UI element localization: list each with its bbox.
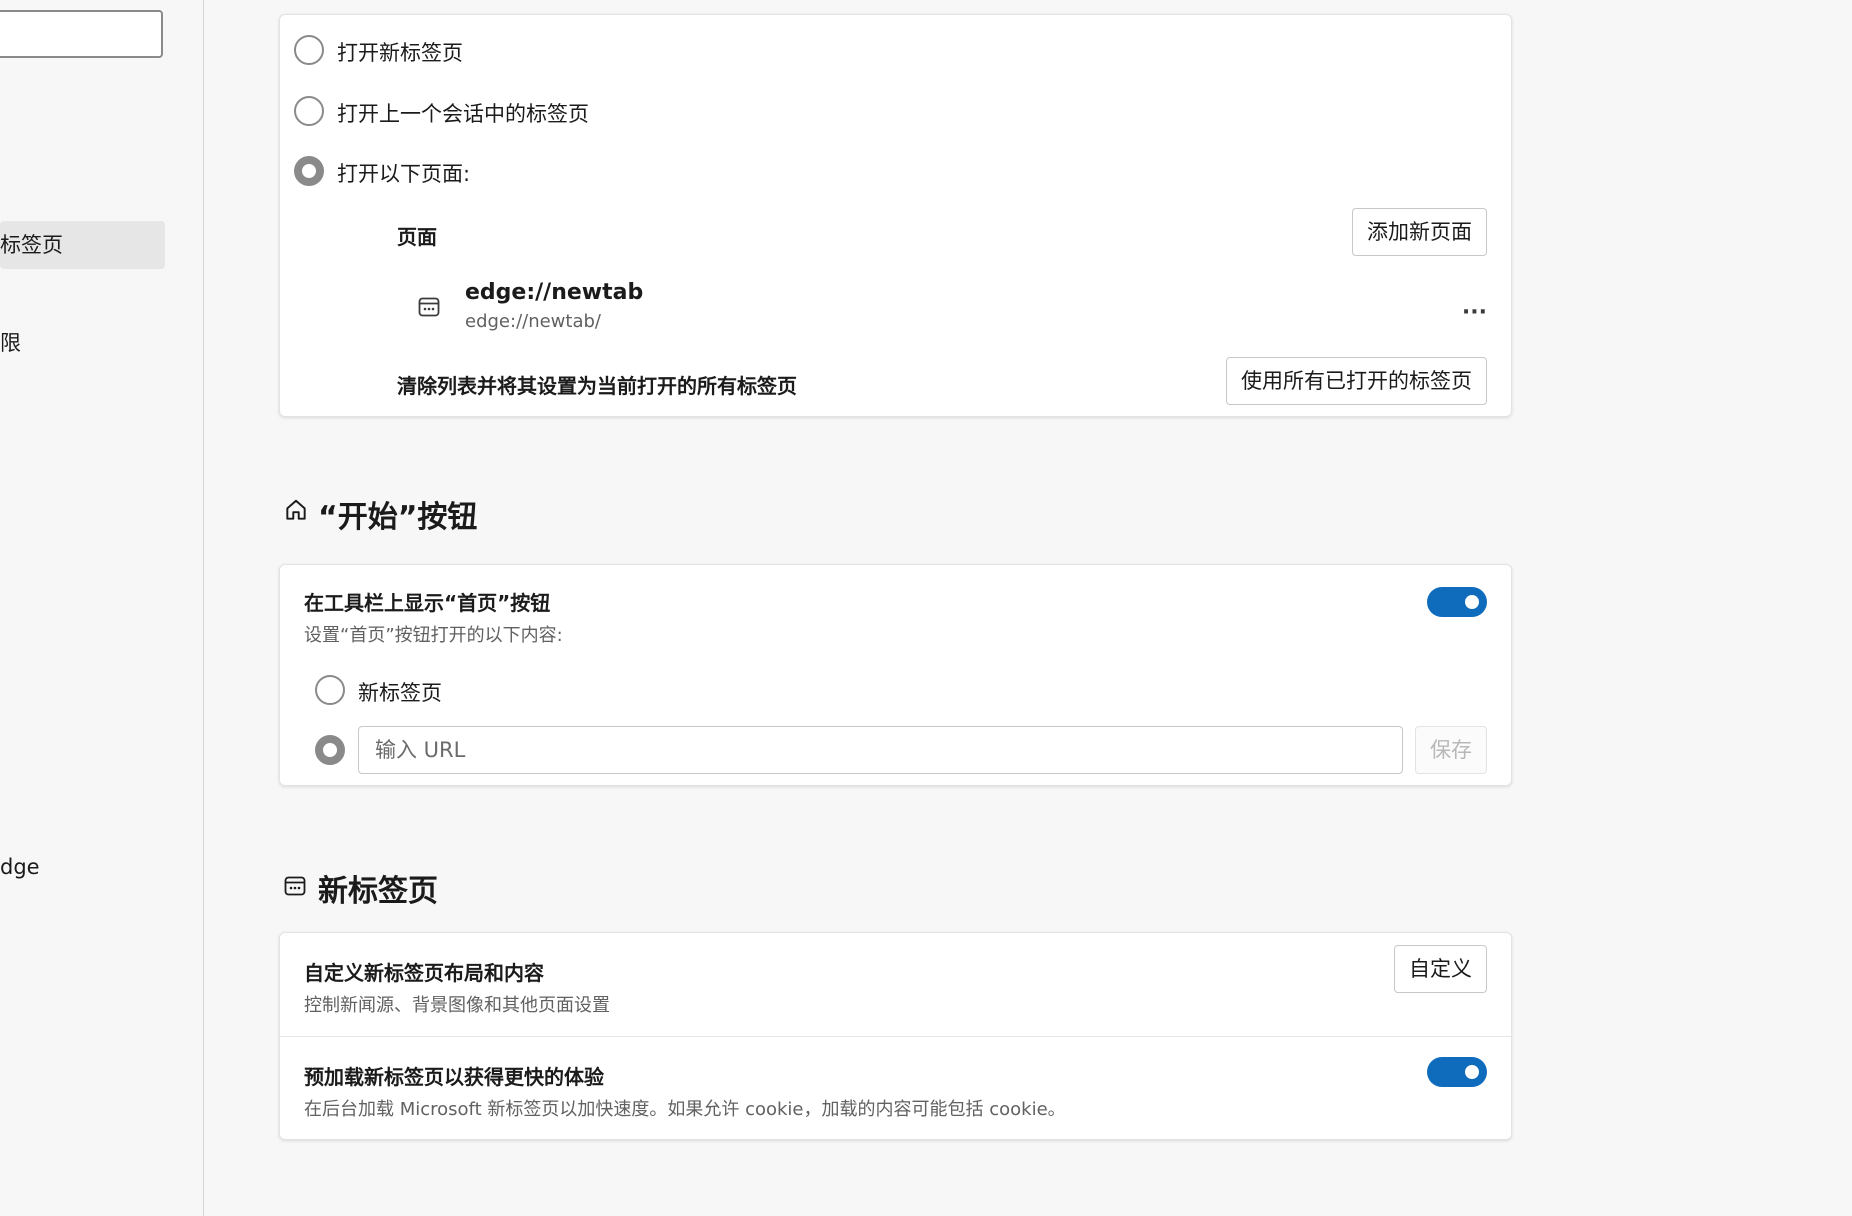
- show-home-button-title: 在工具栏上显示“首页”按钮: [304, 591, 551, 615]
- customize-newtab-title: 自定义新标签页布局和内容: [304, 961, 544, 985]
- radio-label: 打开新标签页: [337, 41, 463, 65]
- sidebar-item-permissions[interactable]: 限: [0, 327, 21, 357]
- use-all-open-tabs-button[interactable]: 使用所有已打开的标签页: [1226, 357, 1487, 405]
- customize-button[interactable]: 自定义: [1394, 945, 1487, 993]
- section-heading-home: “开始”按钮: [318, 500, 478, 535]
- sidebar-item-label: dge: [0, 855, 40, 879]
- sidebar-item-tabs[interactable]: 标签页: [0, 221, 165, 269]
- show-home-toggle[interactable]: [1427, 587, 1487, 617]
- clear-list-label: 清除列表并将其设置为当前打开的所有标签页: [397, 374, 797, 398]
- newtab-icon: [283, 874, 307, 898]
- radio-label: 打开上一个会话中的标签页: [337, 102, 589, 126]
- section-heading-newtab: 新标签页: [318, 874, 438, 909]
- add-new-page-button[interactable]: 添加新页面: [1352, 208, 1487, 256]
- page-entry-url: edge://newtab/: [465, 311, 601, 332]
- page-entry-title: edge://newtab: [465, 280, 644, 305]
- page-icon: [417, 295, 441, 319]
- pages-header: 页面: [397, 225, 437, 249]
- home-url-input[interactable]: [358, 726, 1403, 774]
- home-button-card: 在工具栏上显示“首页”按钮 设置“首页”按钮打开的以下内容: 新标签页 保存: [279, 564, 1512, 786]
- sidebar-item-label: 限: [0, 331, 21, 355]
- radio-label: 打开以下页面:: [337, 162, 471, 186]
- home-icon: [283, 497, 309, 523]
- main-content: 打开新标签页 打开上一个会话中的标签页 打开以下页面: 页面 添加新页面 edg…: [204, 0, 1852, 1216]
- customize-newtab-subtitle: 控制新闻源、背景图像和其他页面设置: [304, 995, 610, 1016]
- save-button[interactable]: 保存: [1415, 726, 1487, 774]
- radio-open-previous-session[interactable]: [294, 96, 324, 126]
- toggle-knob: [1465, 1065, 1479, 1079]
- toggle-knob: [1465, 595, 1479, 609]
- radio-open-newtab[interactable]: [294, 35, 324, 65]
- sidebar-item-edge[interactable]: dge: [0, 855, 40, 879]
- newtab-card: 自定义新标签页布局和内容 控制新闻源、背景图像和其他页面设置 自定义 预加载新标…: [279, 932, 1512, 1140]
- show-home-button-subtitle: 设置“首页”按钮打开的以下内容:: [304, 625, 563, 646]
- radio-open-specific-pages[interactable]: [294, 156, 324, 186]
- preload-toggle[interactable]: [1427, 1057, 1487, 1087]
- radio-home-url[interactable]: [315, 735, 345, 765]
- radio-label: 新标签页: [358, 681, 442, 705]
- divider: [280, 1036, 1511, 1037]
- sidebar: 标签页 限 dge: [0, 0, 204, 1216]
- startup-card: 打开新标签页 打开上一个会话中的标签页 打开以下页面: 页面 添加新页面 edg…: [279, 14, 1512, 417]
- preload-newtab-title: 预加载新标签页以获得更快的体验: [304, 1065, 604, 1089]
- radio-home-newtab[interactable]: [315, 675, 345, 705]
- preload-newtab-subtitle: 在后台加载 Microsoft 新标签页以加快速度。如果允许 cookie，加载…: [304, 1099, 1066, 1120]
- sidebar-item-label: 标签页: [0, 233, 63, 257]
- sidebar-search-input[interactable]: [0, 10, 163, 58]
- more-options-icon[interactable]: ···: [1462, 300, 1487, 325]
